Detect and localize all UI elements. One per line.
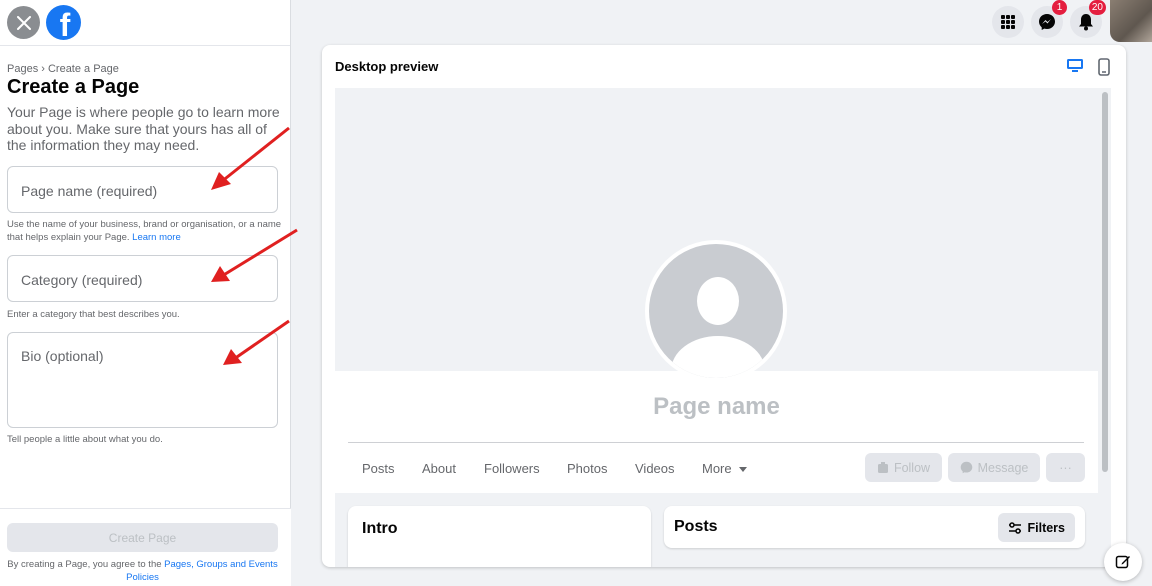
new-message-button[interactable]: [1104, 543, 1142, 581]
follow-icon: [877, 461, 888, 473]
filters-label: Filters: [1027, 520, 1065, 535]
messenger-button[interactable]: 1: [1031, 0, 1067, 38]
annotation-arrow-page-name: [211, 126, 290, 190]
intro-card-title: Intro: [362, 520, 398, 537]
create-page-button[interactable]: Create Page: [7, 523, 278, 552]
grid-menu-icon: [1001, 15, 1015, 29]
preview-page-name: Page name: [653, 393, 780, 420]
message-button[interactable]: Message: [948, 453, 1040, 482]
create-page-panel: f Pages › Create a Page Create a Page Yo…: [0, 0, 291, 586]
annotation-arrow-bio: [223, 319, 290, 365]
terms-text: By creating a Page, you agree to the Pag…: [7, 558, 278, 584]
menu-button[interactable]: [992, 6, 1024, 38]
page-preview: Page name Posts About Followers Photos V…: [335, 88, 1111, 567]
mobile-icon[interactable]: [1098, 58, 1110, 76]
desktop-icon[interactable]: [1066, 58, 1084, 74]
messenger-icon: [1039, 14, 1055, 30]
caret-down-icon: [739, 467, 748, 472]
avatar-body: [671, 336, 765, 378]
tab-more-label: More: [702, 461, 732, 476]
facebook-logo-icon[interactable]: f: [46, 5, 81, 40]
filters-icon: [1009, 521, 1022, 534]
bio-hint: Tell people a little about what you do.: [7, 434, 163, 445]
intro-card: Intro: [348, 506, 651, 567]
bell-icon: [1079, 14, 1093, 31]
message-label: Message: [977, 460, 1029, 475]
notifications-button[interactable]: 20: [1070, 0, 1106, 38]
breadcrumb[interactable]: Pages › Create a Page: [7, 63, 119, 75]
desktop-preview-card: Desktop preview Page name Posts About Fo…: [322, 45, 1126, 567]
panel-header: f: [0, 0, 290, 46]
posts-card-title: Posts: [674, 518, 718, 535]
profile-picture-placeholder: [645, 240, 787, 382]
follow-label: Follow: [893, 460, 931, 475]
bio-placeholder: Bio (optional): [21, 348, 104, 364]
header-divider: [348, 442, 1084, 443]
learn-more-link[interactable]: Learn more: [132, 232, 181, 243]
messenger-badge: 1: [1052, 0, 1067, 15]
panel-footer: Create Page By creating a Page, you agre…: [0, 508, 291, 586]
annotation-arrow-category: [211, 228, 298, 282]
tab-posts[interactable]: Posts: [362, 461, 395, 476]
page-title: Create a Page: [7, 76, 140, 98]
more-actions-button[interactable]: ···: [1046, 453, 1085, 482]
notifications-badge: 20: [1088, 0, 1106, 15]
follow-button[interactable]: Follow: [865, 453, 942, 482]
close-button[interactable]: [7, 6, 40, 39]
page-name-placeholder: Page name (required): [21, 183, 158, 199]
messenger-icon: [960, 461, 972, 474]
tab-photos[interactable]: Photos: [567, 461, 607, 476]
filters-button[interactable]: Filters: [998, 513, 1075, 542]
tab-followers[interactable]: Followers: [484, 461, 540, 476]
avatar-head: [697, 277, 739, 325]
preview-scrollbar[interactable]: [1098, 88, 1111, 567]
tab-videos[interactable]: Videos: [635, 461, 675, 476]
default-avatar-icon: [649, 244, 783, 378]
posts-card: Posts Filters: [664, 506, 1085, 548]
scroll-thumb[interactable]: [1102, 92, 1108, 472]
terms-prefix: By creating a Page, you agree to the: [7, 559, 162, 570]
compose-icon: [1115, 555, 1130, 569]
tab-about[interactable]: About: [422, 461, 456, 476]
close-icon: [16, 15, 31, 30]
category-placeholder: Category (required): [21, 272, 143, 288]
preview-title: Desktop preview: [335, 59, 439, 74]
profile-avatar[interactable]: [1110, 0, 1152, 42]
tab-more[interactable]: More: [702, 461, 748, 476]
